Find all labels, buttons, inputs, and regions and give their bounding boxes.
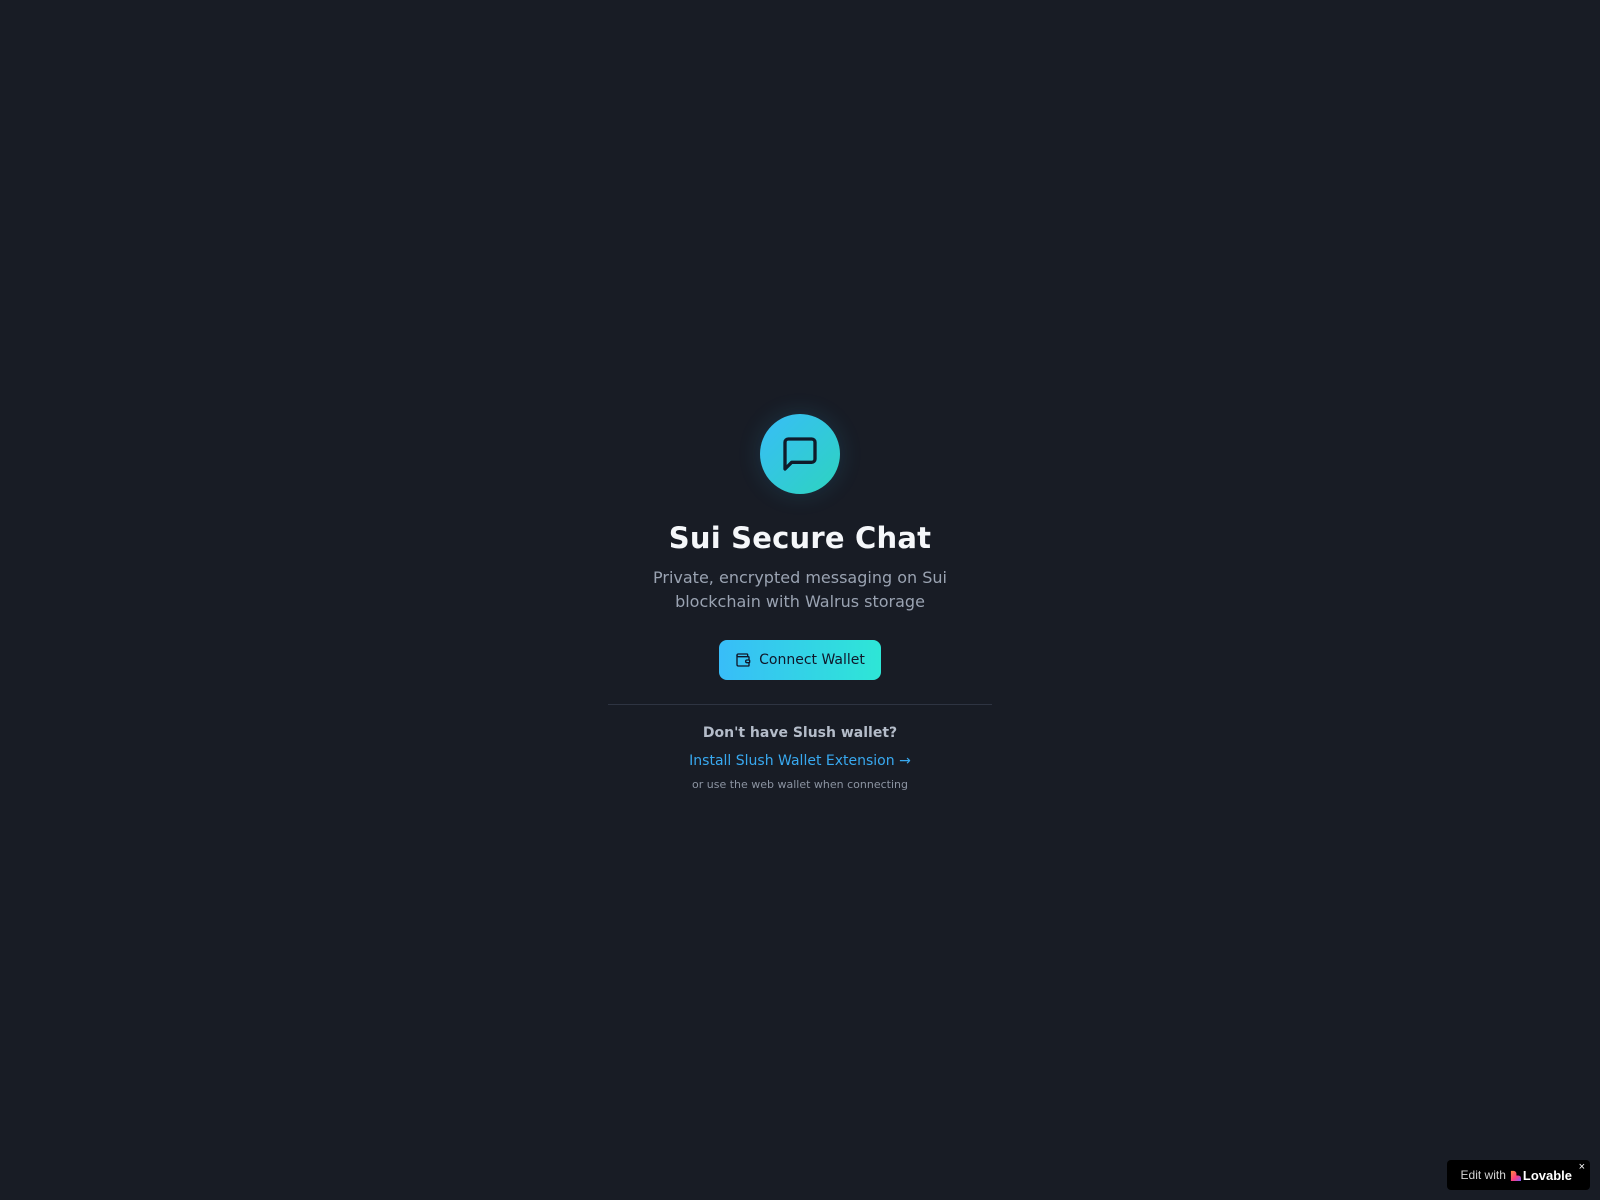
divider [608, 704, 992, 705]
app-logo [760, 414, 840, 494]
web-wallet-hint: or use the web wallet when connecting [692, 778, 908, 791]
message-square-icon [783, 437, 817, 471]
welcome-card: Sui Secure Chat Private, encrypted messa… [608, 414, 992, 793]
connect-wallet-label: Connect Wallet [759, 652, 865, 668]
edit-with-label: Edit with [1460, 1168, 1506, 1182]
page-title: Sui Secure Chat [668, 521, 932, 555]
no-wallet-question: Don't have Slush wallet? [702, 725, 898, 741]
connect-wallet-button[interactable]: Connect Wallet [719, 640, 881, 680]
edit-with-lovable-badge[interactable]: Edit with Lovable × [1446, 1160, 1590, 1190]
lovable-brand: Lovable [1510, 1168, 1572, 1183]
install-slush-wallet-link[interactable]: Install Slush Wallet Extension → [689, 751, 911, 771]
wallet-icon [736, 653, 751, 667]
lovable-brand-label: Lovable [1522, 1167, 1572, 1183]
lovable-heart-icon [1510, 1170, 1521, 1181]
page-subtitle: Private, encrypted messaging on Sui bloc… [653, 568, 947, 611]
page: Sui Secure Chat Private, encrypted messa… [0, 0, 1600, 1200]
close-icon[interactable]: × [1579, 1161, 1585, 1173]
